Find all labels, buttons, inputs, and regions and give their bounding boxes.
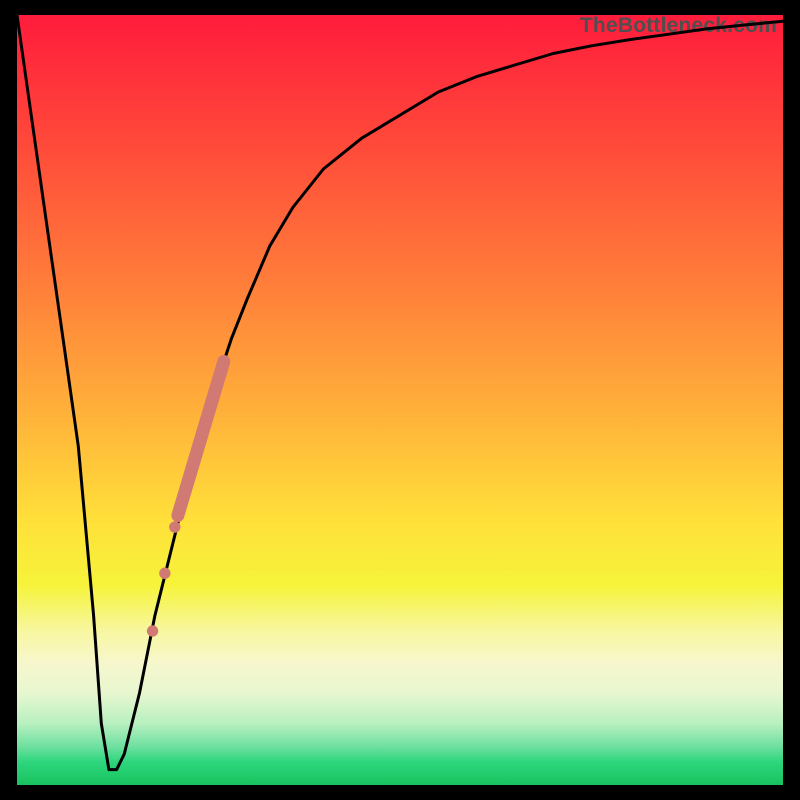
curve-layer: [17, 15, 783, 770]
bottleneck-curve: [17, 15, 783, 770]
highlight-dot: [147, 625, 158, 636]
highlight-dot: [169, 521, 180, 532]
highlight-dot: [159, 568, 170, 579]
gradient-plot-area: TheBottleneck.com: [17, 15, 783, 785]
chart-svg: [17, 15, 783, 785]
highlight-segment: [178, 362, 224, 516]
